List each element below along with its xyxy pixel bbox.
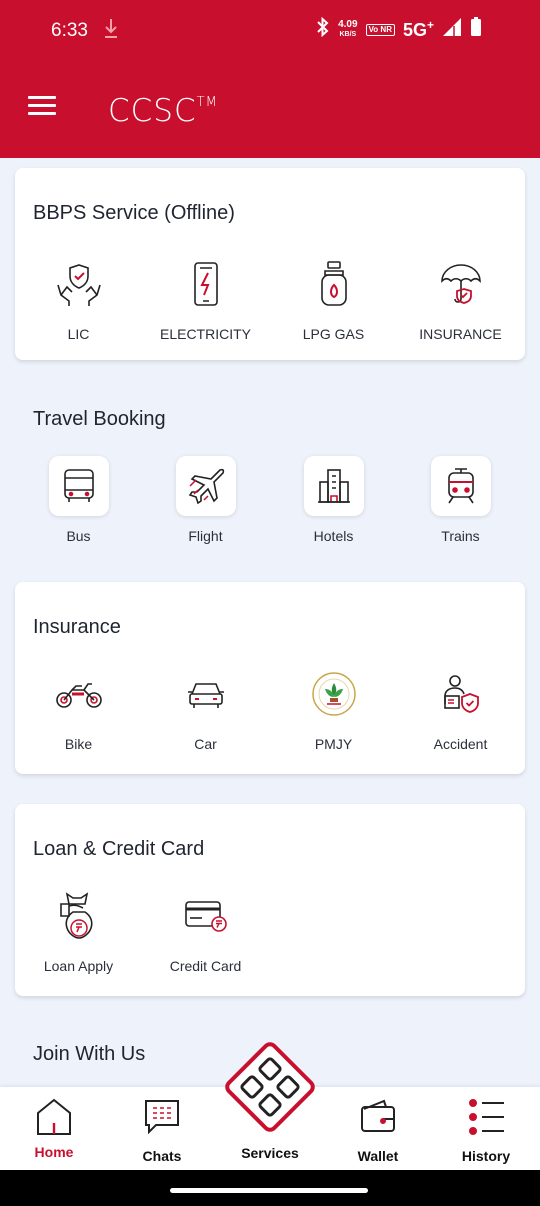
status-bar: 6:33 4.09 KB/S Vo NR 5G+: [0, 0, 540, 64]
bbps-service-card: BBPS Service (Offline) LIC ELECTRICITY L…: [15, 168, 525, 360]
hamburger-menu-button[interactable]: [28, 96, 56, 116]
service-label: INSURANCE: [419, 326, 502, 342]
bluetooth-icon: [316, 16, 330, 42]
travel-item-hotels[interactable]: Hotels: [270, 456, 397, 544]
insurance-label: PMJY: [314, 736, 353, 752]
nav-home[interactable]: Home: [4, 1097, 104, 1160]
system-navigation-bar: [0, 1170, 540, 1206]
service-label: ELECTRICITY: [159, 326, 251, 342]
car-icon: [176, 664, 236, 724]
service-item-insurance[interactable]: INSURANCE: [397, 254, 524, 342]
person-shield-icon: [431, 664, 491, 724]
signal-icon: [442, 17, 462, 42]
section-title: BBPS Service (Offline): [33, 202, 235, 224]
travel-label: Trains: [441, 528, 480, 544]
travel-booking-section: Travel Booking Bus Flight Hotels Trains: [15, 375, 525, 570]
loan-label: Credit Card: [169, 958, 242, 974]
credit-card-rupee-icon: [176, 886, 236, 946]
home-gesture-handle[interactable]: [170, 1188, 368, 1193]
motorbike-icon: [49, 664, 109, 724]
network-speed: 4.09 KB/S: [338, 18, 358, 38]
airplane-icon: [175, 456, 236, 516]
insurance-item-pmjy[interactable]: PMJY: [270, 664, 397, 752]
travel-item-trains[interactable]: Trains: [397, 456, 524, 544]
loan-label: Loan Apply: [43, 958, 114, 974]
insurance-label: Bike: [64, 736, 93, 752]
section-title: Loan & Credit Card: [33, 838, 205, 860]
nav-chats[interactable]: Chats: [112, 1097, 212, 1164]
service-label: LPG GAS: [302, 326, 365, 342]
home-icon: [35, 1098, 73, 1141]
phone-lightning-icon: [176, 254, 236, 314]
services-button[interactable]: [220, 1037, 320, 1137]
status-right: 4.09 KB/S Vo NR 5G+: [316, 16, 482, 42]
service-item-lic[interactable]: LIC: [15, 254, 142, 342]
nav-services-label-wrap[interactable]: Services: [220, 1145, 320, 1161]
services-grid-icon: [225, 1042, 315, 1132]
loan-credit-card: Loan & Credit Card Loan Apply Credit Car…: [15, 804, 525, 996]
nav-label: Wallet: [357, 1148, 399, 1164]
wallet-icon: [359, 1099, 397, 1141]
umbrella-shield-icon: [431, 254, 491, 314]
gas-cylinder-icon: [304, 254, 364, 314]
insurance-label: Accident: [433, 736, 488, 752]
section-title: Travel Booking: [33, 408, 166, 430]
pmjay-logo-icon: [304, 664, 364, 724]
loan-item-loan-apply[interactable]: Loan Apply: [15, 886, 142, 974]
join-with-us-title: Join With Us: [33, 1043, 146, 1065]
service-item-lpg-gas[interactable]: LPG GAS: [270, 254, 397, 342]
battery-icon: [470, 17, 482, 42]
status-time: 6:33: [51, 20, 88, 41]
nav-label: Services: [241, 1145, 299, 1161]
nav-wallet[interactable]: Wallet: [328, 1097, 428, 1164]
bus-icon: [48, 456, 109, 516]
insurance-item-car[interactable]: Car: [142, 664, 269, 752]
insurance-card: Insurance Bike Car PMJY Accident: [15, 582, 525, 774]
section-title: Insurance: [33, 616, 121, 638]
loan-item-credit-card[interactable]: Credit Card: [142, 886, 269, 974]
app-logo: CCSCTM: [108, 93, 218, 129]
network-type: 5G+: [402, 18, 434, 40]
travel-label: Bus: [66, 528, 91, 544]
download-icon: [104, 18, 118, 45]
chat-icon: [143, 1100, 181, 1141]
service-item-electricity[interactable]: ELECTRICITY: [142, 254, 269, 342]
travel-item-bus[interactable]: Bus: [15, 456, 142, 544]
travel-item-flight[interactable]: Flight: [142, 456, 269, 544]
nav-label: Home: [34, 1144, 74, 1160]
service-label: LIC: [67, 326, 90, 342]
insurance-label: Car: [194, 736, 217, 752]
travel-label: Flight: [188, 528, 223, 544]
insurance-item-bike[interactable]: Bike: [15, 664, 142, 752]
app-header: 6:33 4.09 KB/S Vo NR 5G+ CCSCTM: [0, 0, 540, 158]
money-bag-icon: [49, 886, 109, 946]
hotel-building-icon: [303, 456, 364, 516]
nav-history[interactable]: History: [436, 1097, 536, 1164]
nav-label: Chats: [142, 1148, 182, 1164]
travel-label: Hotels: [313, 528, 354, 544]
hands-shield-icon: [49, 254, 109, 314]
nav-label: History: [461, 1148, 511, 1164]
list-history-icon: [466, 1099, 506, 1141]
insurance-item-accident[interactable]: Accident: [397, 664, 524, 752]
train-icon: [430, 456, 491, 516]
volte-badge: Vo NR: [365, 23, 395, 36]
